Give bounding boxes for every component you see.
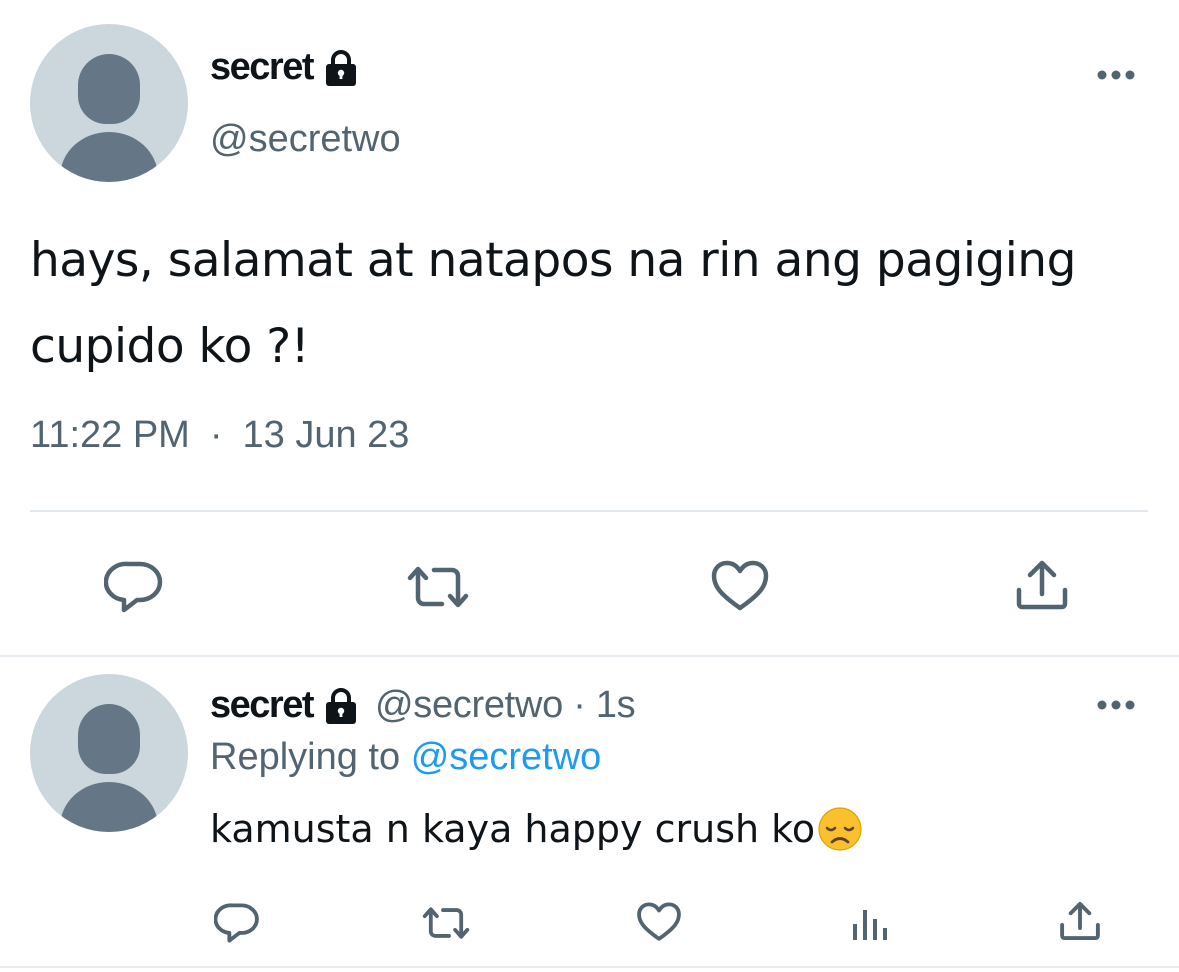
replying-to-line: Replying to @secretwo <box>210 736 601 779</box>
replying-prefix: Replying to <box>210 736 401 778</box>
avatar-head-shape <box>78 704 140 774</box>
disappointed-face-icon <box>818 807 862 851</box>
reply-separator: · <box>573 684 586 726</box>
main-display-name[interactable]: secret <box>210 46 314 89</box>
like-icon[interactable] <box>636 902 682 942</box>
reply-icon[interactable] <box>214 902 260 944</box>
reply-display-name[interactable]: secret <box>210 684 314 727</box>
main-tweet-text: hays, salamat at natapos na rin ang pagi… <box>30 233 1076 374</box>
reply-name-row: secret @secretwo · 1s <box>210 684 636 727</box>
lock-icon <box>325 49 356 86</box>
bottom-divider <box>0 966 1179 968</box>
views-icon[interactable] <box>850 902 890 942</box>
share-icon[interactable] <box>1014 558 1070 612</box>
reply-handle[interactable]: @secretwo · 1s <box>374 684 636 727</box>
lock-icon <box>325 687 356 724</box>
main-name-row: secret <box>210 46 361 89</box>
retweet-icon[interactable] <box>404 562 472 612</box>
tweet-date: 13 Jun 23 <box>242 414 410 456</box>
tweet-divider <box>0 655 1179 657</box>
meta-separator: · <box>209 414 223 456</box>
tweet-timestamp[interactable]: 11:22 PM · 13 Jun 23 <box>30 414 409 457</box>
like-icon[interactable] <box>710 560 770 612</box>
avatar-body-shape <box>60 132 158 182</box>
replying-to-mention[interactable]: @secretwo <box>411 736 602 778</box>
reply-icon[interactable] <box>104 560 164 614</box>
avatar-head-shape <box>78 54 140 124</box>
main-tweet: secret @secretwo hays, salamat at natapo… <box>0 0 1179 656</box>
more-options-icon[interactable] <box>1094 68 1138 82</box>
reply-handle-text: @secretwo <box>374 684 563 726</box>
retweet-icon[interactable] <box>420 904 472 942</box>
reply-avatar[interactable] <box>30 674 188 832</box>
reply-text: kamusta n kaya happy crush ko <box>210 806 863 852</box>
more-options-icon[interactable] <box>1094 698 1138 712</box>
tweet-time: 11:22 PM <box>30 414 190 456</box>
avatar-body-shape <box>60 782 158 832</box>
share-icon[interactable] <box>1058 900 1102 942</box>
main-handle[interactable]: @secretwo <box>210 118 401 161</box>
reply-age: 1s <box>595 684 636 726</box>
reply-text-content: kamusta n kaya happy crush ko <box>210 807 816 851</box>
divider <box>30 510 1148 512</box>
main-avatar[interactable] <box>30 24 188 182</box>
